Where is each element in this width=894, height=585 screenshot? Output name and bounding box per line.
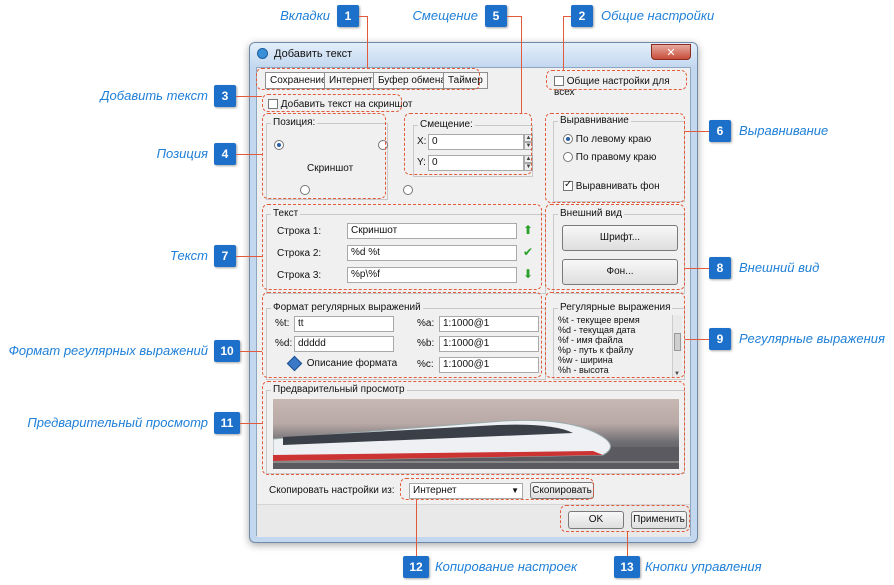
callout-badge-3: 3 bbox=[214, 85, 236, 107]
callout-badge-7: 7 bbox=[214, 245, 236, 267]
highlight-add-text bbox=[262, 94, 402, 112]
close-button[interactable]: ✕ bbox=[651, 44, 691, 60]
highlight-general bbox=[546, 70, 687, 90]
callout-badge-12: 12 bbox=[403, 556, 429, 578]
highlight-appearance bbox=[545, 204, 685, 290]
callout-label-offset: Смещение bbox=[412, 8, 478, 23]
connector-2h bbox=[563, 16, 571, 17]
highlight-preview bbox=[262, 381, 685, 475]
connector-7 bbox=[236, 256, 262, 257]
highlight-regex bbox=[545, 292, 685, 378]
connector-1h bbox=[359, 16, 368, 17]
connector-8 bbox=[685, 268, 709, 269]
highlight-align bbox=[545, 113, 685, 203]
callout-badge-6: 6 bbox=[709, 120, 731, 142]
app-icon bbox=[257, 48, 268, 59]
callout-badge-1: 1 bbox=[337, 5, 359, 27]
connector-11 bbox=[240, 423, 262, 424]
highlight-copy bbox=[400, 478, 594, 500]
callout-badge-8: 8 bbox=[709, 257, 731, 279]
callout-label-general: Общие настройки bbox=[601, 8, 715, 23]
connector-4 bbox=[236, 154, 262, 155]
connector-1 bbox=[367, 16, 368, 68]
title-bar: Добавить текст ✕ bbox=[250, 43, 697, 65]
highlight-position bbox=[262, 113, 386, 199]
position-bottom-right-radio[interactable] bbox=[403, 185, 414, 196]
connector-5 bbox=[521, 16, 522, 113]
callout-label-position: Позиция bbox=[156, 146, 208, 161]
connector-9 bbox=[685, 339, 709, 340]
callout-label-preview: Предварительный просмотр bbox=[27, 415, 208, 430]
connector-13 bbox=[627, 532, 628, 556]
callout-label-align: Выравнивание bbox=[739, 123, 829, 138]
connector-3 bbox=[236, 96, 262, 97]
connector-5h bbox=[507, 16, 522, 17]
callout-label-tabs: Вкладки bbox=[280, 8, 330, 23]
connector-2 bbox=[563, 16, 564, 70]
callout-label-text: Текст bbox=[169, 248, 208, 263]
callout-badge-2: 2 bbox=[571, 5, 593, 27]
callout-badge-11: 11 bbox=[214, 412, 240, 434]
highlight-text bbox=[262, 204, 542, 290]
window-title: Добавить текст bbox=[274, 48, 353, 60]
connector-10 bbox=[240, 351, 262, 352]
callout-label-appearance: Внешний вид bbox=[739, 260, 820, 275]
callout-badge-10: 10 bbox=[214, 340, 240, 362]
highlight-regex-format bbox=[262, 292, 542, 378]
highlight-offset bbox=[404, 113, 532, 175]
callout-label-regex: Регулярные выражения bbox=[739, 331, 885, 346]
connector-6 bbox=[685, 131, 709, 132]
callout-badge-4: 4 bbox=[214, 143, 236, 165]
highlight-buttons bbox=[560, 505, 690, 532]
callout-badge-13: 13 bbox=[614, 556, 640, 578]
highlight-tabs bbox=[256, 68, 480, 90]
callout-label-regex-format: Формат регулярных выражений bbox=[8, 343, 208, 358]
callout-label-copy: Копирование настроек bbox=[435, 559, 578, 574]
callout-badge-5: 5 bbox=[485, 5, 507, 27]
copy-settings-label: Скопировать настройки из: bbox=[269, 485, 395, 496]
callout-label-add-text: Добавить текст bbox=[100, 88, 208, 103]
connector-12 bbox=[416, 500, 417, 556]
callout-label-buttons: Кнопки управления bbox=[645, 559, 762, 574]
callout-badge-9: 9 bbox=[709, 328, 731, 350]
